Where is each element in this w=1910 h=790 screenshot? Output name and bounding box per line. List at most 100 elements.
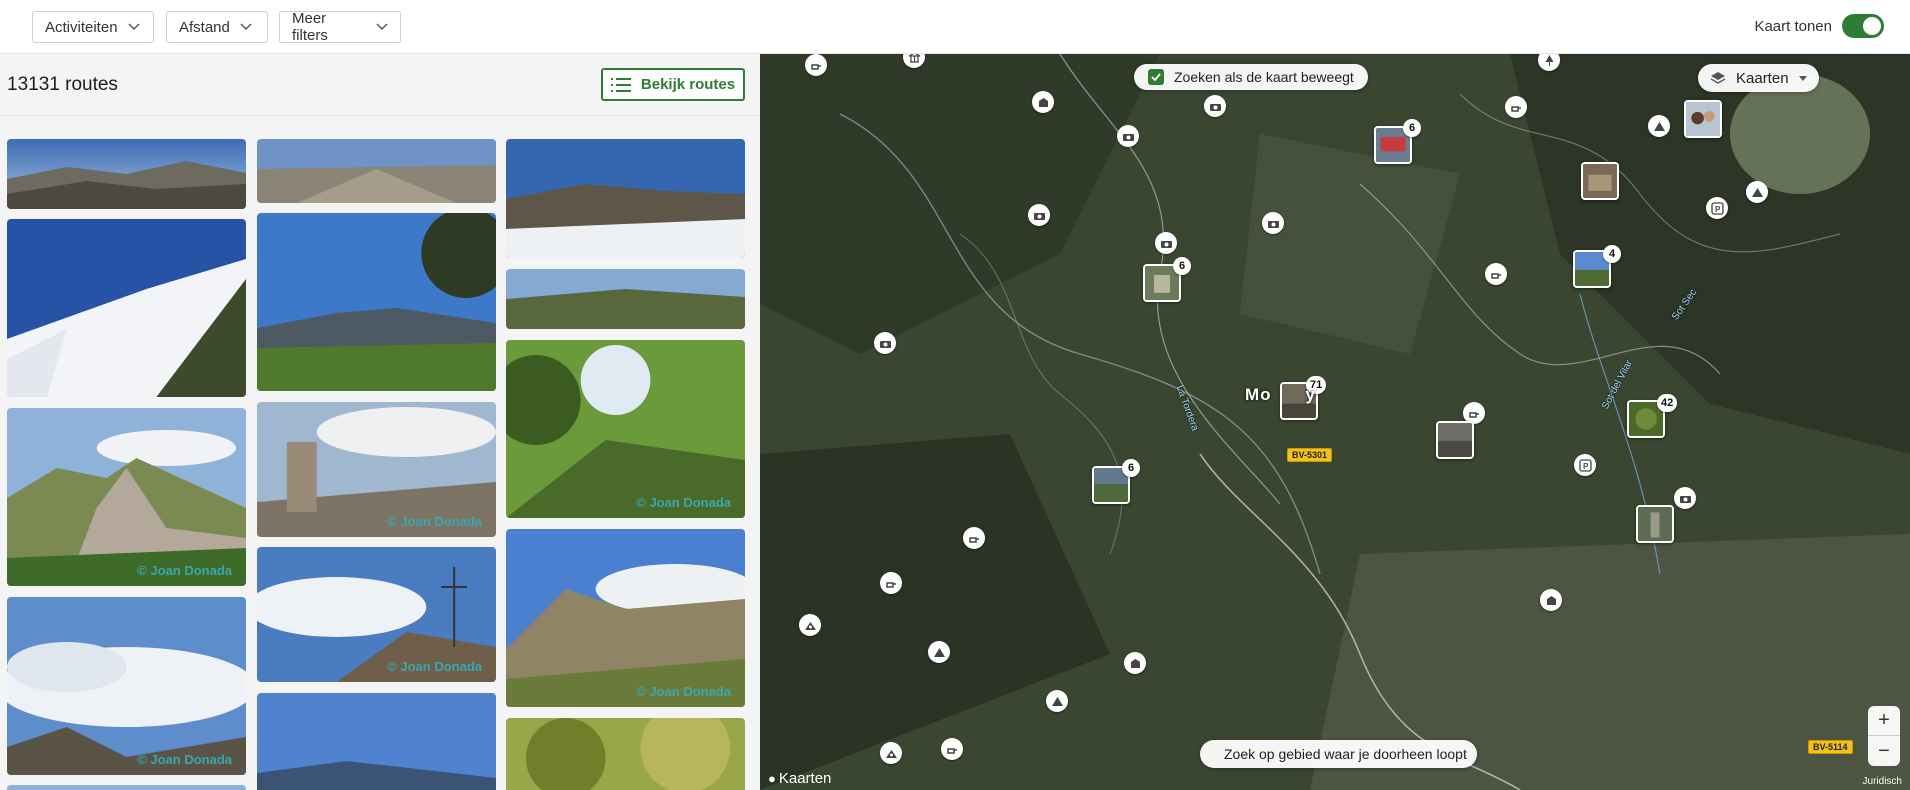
area-search-button[interactable]: Zoek op gebied waar je doorheen loopt bbox=[1200, 740, 1477, 768]
photo-credit: © Joan Donada bbox=[137, 752, 232, 767]
results-header: 13131 routes Bekijk routes bbox=[0, 54, 760, 116]
route-photo[interactable]: © Joan Donada bbox=[257, 402, 496, 537]
photo-credit: © Joan Donada bbox=[387, 514, 482, 529]
road-label: BV-5301 bbox=[1287, 448, 1333, 462]
camera-icon[interactable] bbox=[1028, 204, 1050, 226]
zoom-out-label: − bbox=[1878, 739, 1890, 762]
results-panel: 13131 routes Bekijk routes © Joan Donada… bbox=[0, 54, 760, 790]
peak-icon[interactable] bbox=[1046, 690, 1068, 712]
satellite-terrain bbox=[760, 54, 1910, 790]
route-photo[interactable] bbox=[7, 139, 246, 209]
route-photo[interactable]: © Joan Donada bbox=[7, 597, 246, 775]
map-photo-thumbnail[interactable] bbox=[1684, 100, 1722, 138]
viewpoint-icon[interactable] bbox=[880, 742, 902, 764]
chevron-down-icon bbox=[128, 23, 140, 31]
layers-icon bbox=[1710, 72, 1726, 84]
camera-icon[interactable] bbox=[1155, 232, 1177, 254]
map-toggle-label: Kaart tonen bbox=[1754, 17, 1832, 35]
camera-icon[interactable] bbox=[1674, 487, 1696, 509]
legal-link[interactable]: Juridisch bbox=[1863, 776, 1902, 787]
area-search-label: Zoek op gebied waar je doorheen loopt bbox=[1224, 746, 1467, 762]
fountain-icon[interactable] bbox=[1505, 96, 1527, 118]
svg-text:P: P bbox=[1715, 205, 1721, 214]
toggle-knob bbox=[1863, 17, 1881, 35]
map-toggle-group: Kaart tonen bbox=[1754, 14, 1884, 38]
route-photo[interactable] bbox=[257, 139, 496, 203]
checkbox-checked-icon bbox=[1148, 69, 1164, 85]
zoom-in-label: + bbox=[1878, 709, 1890, 731]
fountain-icon[interactable] bbox=[880, 572, 902, 594]
camera-icon[interactable] bbox=[1204, 95, 1226, 117]
peak-icon[interactable] bbox=[1648, 115, 1670, 137]
map-attribution-label: Kaarten bbox=[778, 770, 832, 787]
route-photo[interactable] bbox=[257, 213, 496, 391]
map-layers-button[interactable]: Kaarten bbox=[1698, 64, 1819, 92]
fountain-icon[interactable] bbox=[941, 738, 963, 760]
map-view[interactable]: Zoeken als de kaart beweegt Kaarten Zoek… bbox=[760, 54, 1910, 790]
route-count: 13131 routes bbox=[7, 74, 118, 95]
place-label-end: y bbox=[1305, 385, 1317, 404]
road-label: BV-5114 bbox=[1808, 740, 1853, 754]
list-icon bbox=[610, 77, 631, 92]
route-photo[interactable] bbox=[506, 269, 745, 329]
photo-credit: © Joan Donada bbox=[387, 659, 482, 674]
cluster-count-badge: 42 bbox=[1657, 394, 1678, 412]
view-routes-button[interactable]: Bekijk routes bbox=[601, 68, 745, 101]
parking-icon[interactable]: P bbox=[1706, 197, 1728, 219]
map-photo-thumbnail[interactable] bbox=[1636, 505, 1674, 543]
map-toggle-switch[interactable] bbox=[1842, 14, 1884, 38]
caret-down-icon bbox=[1798, 75, 1807, 81]
viewpoint-icon[interactable] bbox=[799, 614, 821, 636]
distance-filter-button[interactable]: Afstand bbox=[166, 11, 268, 43]
more-filters-label: Meer filters bbox=[292, 10, 328, 44]
route-photo[interactable] bbox=[257, 693, 496, 790]
route-photo[interactable] bbox=[7, 785, 246, 790]
cluster-count-badge: 6 bbox=[1403, 119, 1421, 137]
photo-credit: © Joan Donada bbox=[636, 684, 731, 699]
map-attribution[interactable]: ● Kaarten bbox=[768, 770, 831, 787]
route-photo[interactable]: © Joan Donada bbox=[257, 547, 496, 682]
map-photo-thumbnail[interactable] bbox=[1581, 162, 1619, 200]
camera-icon[interactable] bbox=[874, 332, 896, 354]
shelter-icon[interactable] bbox=[1032, 91, 1054, 113]
search-on-move-label: Zoeken als de kaart beweegt bbox=[1174, 69, 1354, 85]
zoom-out-button[interactable]: − bbox=[1868, 736, 1900, 766]
svg-text:P: P bbox=[1583, 462, 1589, 471]
route-photo[interactable] bbox=[506, 718, 745, 790]
parking-icon[interactable]: P bbox=[1574, 454, 1596, 476]
peak-icon[interactable] bbox=[928, 641, 950, 663]
route-photo[interactable]: © Joan Donada bbox=[7, 408, 246, 586]
distance-filter-label: Afstand bbox=[179, 18, 230, 36]
place-label-start: Mo bbox=[1245, 385, 1272, 404]
camera-icon[interactable] bbox=[1117, 125, 1139, 147]
activities-filter-label: Activiteiten bbox=[45, 18, 118, 36]
cluster-count-badge: 4 bbox=[1603, 245, 1621, 263]
zoom-in-button[interactable]: + bbox=[1868, 706, 1900, 736]
photo-credit: © Joan Donada bbox=[636, 495, 731, 510]
photo-credit: © Joan Donada bbox=[137, 563, 232, 578]
chevron-down-icon bbox=[240, 23, 252, 31]
apple-logo-icon: ● bbox=[768, 771, 776, 786]
view-routes-label: Bekijk routes bbox=[640, 76, 736, 93]
fountain-icon[interactable] bbox=[1485, 263, 1507, 285]
peak-icon[interactable] bbox=[1746, 181, 1768, 203]
route-photo[interactable] bbox=[506, 139, 745, 258]
chevron-down-icon bbox=[376, 23, 388, 31]
map-layers-label: Kaarten bbox=[1736, 69, 1789, 87]
fountain-icon[interactable] bbox=[963, 527, 985, 549]
route-photo[interactable]: © Joan Donada bbox=[506, 340, 745, 518]
map-photo-thumbnail[interactable] bbox=[1436, 421, 1474, 459]
place-label: Mo y bbox=[1245, 385, 1316, 405]
search-on-move-toggle[interactable]: Zoeken als de kaart beweegt bbox=[1134, 64, 1368, 90]
route-photo[interactable] bbox=[7, 219, 246, 397]
fountain-icon[interactable] bbox=[805, 54, 827, 76]
shelter-icon[interactable] bbox=[1540, 589, 1562, 611]
activities-filter-button[interactable]: Activiteiten bbox=[32, 11, 154, 43]
cluster-count-badge: 6 bbox=[1173, 257, 1191, 275]
camera-icon[interactable] bbox=[1262, 212, 1284, 234]
route-photo[interactable]: © Joan Donada bbox=[506, 529, 745, 707]
cluster-count-badge: 6 bbox=[1122, 459, 1140, 477]
filter-bar: Activiteiten Afstand Meer filters Kaart … bbox=[0, 0, 1910, 54]
more-filters-button[interactable]: Meer filters bbox=[279, 10, 401, 44]
shelter-icon[interactable] bbox=[1124, 652, 1146, 674]
